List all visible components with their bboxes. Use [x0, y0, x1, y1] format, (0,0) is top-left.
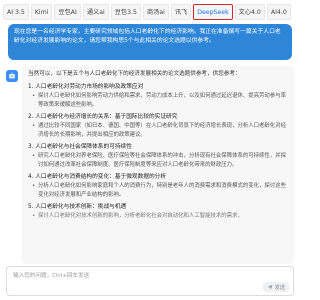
tab-9[interactable]: AI4.0 — [266, 3, 291, 20]
tab-6[interactable]: 讯飞 — [170, 3, 192, 20]
bot-avatar — [6, 70, 18, 82]
tab-0[interactable]: AI 3.5 — [3, 3, 29, 20]
section-heading: 2. 人口老龄化与经济增长的关系：基于国际比较的实证研究 — [28, 114, 178, 120]
answer-section: 1. 人口老龄化对劳动力市场的影响及政策应对 • 探讨人口老龄化如何影响劳动力供给和… — [28, 83, 288, 109]
answer-section: 4. 人口老龄化与消费结构的变化：基于微观数据的分析 • 分析人口老龄化如何影响家庭… — [28, 173, 288, 199]
tab-7[interactable]: DeepSeek — [193, 3, 233, 20]
chat-area: 当然可以，以下是五个与人口老龄化下的经济发展相关的论文选题供参考，供您参考： 1… — [0, 62, 300, 264]
section-bullet: • 探讨人口老龄化如何影响劳动力供给和需求，劳动力成本上升，以及如何通过延迟退休、… — [28, 92, 288, 109]
bullet-text: 研究人口老龄化对养老保险、医疗保险等社会保障体系的冲击，分析现有社会保障体系的可… — [38, 153, 286, 168]
section-heading: 1. 人口老龄化对劳动力市场的影响及政策应对 — [28, 84, 144, 90]
section-heading: 3. 人口老龄化与社会保障体系的可持续性 — [28, 144, 132, 150]
model-tab-bar: AI 3.5 Kimi 豆包AI 通义ai 豆包3.5 商汤ai 讯飞 DeepSeek 文心4… — [0, 0, 300, 22]
answer-section: 2. 人口老龄化与经济增长的关系：基于国际比较的实证研究 • 通过比较不同国家（如日… — [28, 113, 288, 139]
tab-5[interactable]: 商汤ai — [142, 3, 169, 20]
send-button[interactable]: 发送 — [262, 282, 289, 292]
bullet-text: 分析人口老龄化如何影响家庭和个人的消费行为，特别是老年人的消费需求和消费模式的变… — [38, 183, 286, 198]
bullet-text: 探讨人口老龄化如何影响劳动力供给和需求，劳动力成本上升，以及如何通过延迟退休、提… — [38, 93, 286, 108]
tab-8[interactable]: 文心4.0 — [234, 3, 265, 20]
section-heading: 5. 人口老龄化与技术创新：挑战与机遇 — [28, 204, 127, 210]
answer-section: 3. 人口老龄化与社会保障体系的可持续性 • 研究人口老龄化对养老保险、医疗保险等社… — [28, 143, 288, 169]
bullet-text: 通过比较不同国家（如日本、德国、中国等）在人口老龄化背景下的经济增长表现，分析人… — [38, 123, 286, 138]
section-bullet: • 分析人口老龄化如何影响家庭和个人的消费行为，特别是老年人的消费需求和消费模式的… — [28, 182, 288, 199]
section-bullet: • 通过比较不同国家（如日本、德国、中国等）在人口老龄化背景下的经济增长表现，分析… — [28, 122, 288, 139]
tab-4[interactable]: 豆包3.5 — [110, 3, 141, 20]
bullet-text: 探讨人口老龄化对技术创新的影响，分析老龄化社会对自动化和人工智能技术的需求， — [38, 213, 243, 219]
answer-intro: 当然可以，以下是五个与人口老龄化下的经济发展相关的论文选题供参考，供您参考： — [28, 71, 241, 77]
tab-1[interactable]: Kimi — [30, 3, 53, 20]
user-prompt-bubble: 现在您是一名经济学专家，主要研究领域包括人口老龄化下的经济影响。我正在准备撰写一… — [8, 24, 292, 60]
send-button-label: 发送 — [274, 284, 285, 291]
tab-2[interactable]: 豆包AI — [54, 3, 81, 20]
send-icon — [267, 284, 273, 290]
answer-section: 5. 人口老龄化与技术创新：挑战与机遇 • 探讨人口老龄化对技术创新的影响，分析老龄… — [28, 203, 288, 221]
message-input[interactable] — [13, 270, 253, 282]
section-bullet: • 探讨人口老龄化对技术创新的影响，分析老龄化社会对自动化和人工智能技术的需求， — [28, 212, 288, 221]
tab-3[interactable]: 通义ai — [82, 3, 109, 20]
user-prompt-text: 现在您是一名经济学专家，主要研究领域包括人口老龄化下的经济影响。我正在准备撰写一… — [14, 29, 281, 44]
message-composer: 发送 — [6, 266, 294, 296]
robot-icon — [9, 72, 15, 79]
section-heading: 4. 人口老龄化与消费结构的变化：基于微观数据的分析 — [28, 174, 167, 180]
section-bullet: • 研究人口老龄化对养老保险、医疗保险等社会保障体系的冲击，分析现有社会保障体系的… — [28, 152, 288, 169]
assistant-answer: 当然可以，以下是五个与人口老龄化下的经济发展相关的论文选题供参考，供您参考： 1… — [22, 66, 294, 264]
